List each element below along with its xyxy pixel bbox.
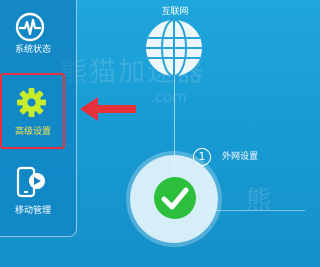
- sidebar-item-label: 移动管理: [14, 206, 51, 216]
- internet-label: 互联网: [161, 7, 189, 17]
- watermark-url: .com: [150, 88, 187, 106]
- pulse-icon: [15, 12, 45, 42]
- pointer-arrow-icon: [80, 97, 136, 121]
- check-icon[interactable]: [153, 176, 197, 220]
- step-label[interactable]: 外网设置: [222, 152, 258, 163]
- mobile-icon: [16, 166, 45, 198]
- globe-icon: [146, 19, 202, 77]
- sidebar-item-system-status[interactable]: 系统状态: [0, 6, 66, 60]
- sidebar-item-label: 高级设置: [14, 127, 51, 137]
- sidebar-item-mobile-management[interactable]: 移动管理: [0, 160, 66, 220]
- gear-icon: [16, 87, 47, 118]
- sidebar-item-label: 系统状态: [14, 45, 51, 55]
- sidebar-item-advanced-settings[interactable]: 高级设置: [0, 73, 66, 145]
- connection-line-horizontal: [205, 210, 305, 211]
